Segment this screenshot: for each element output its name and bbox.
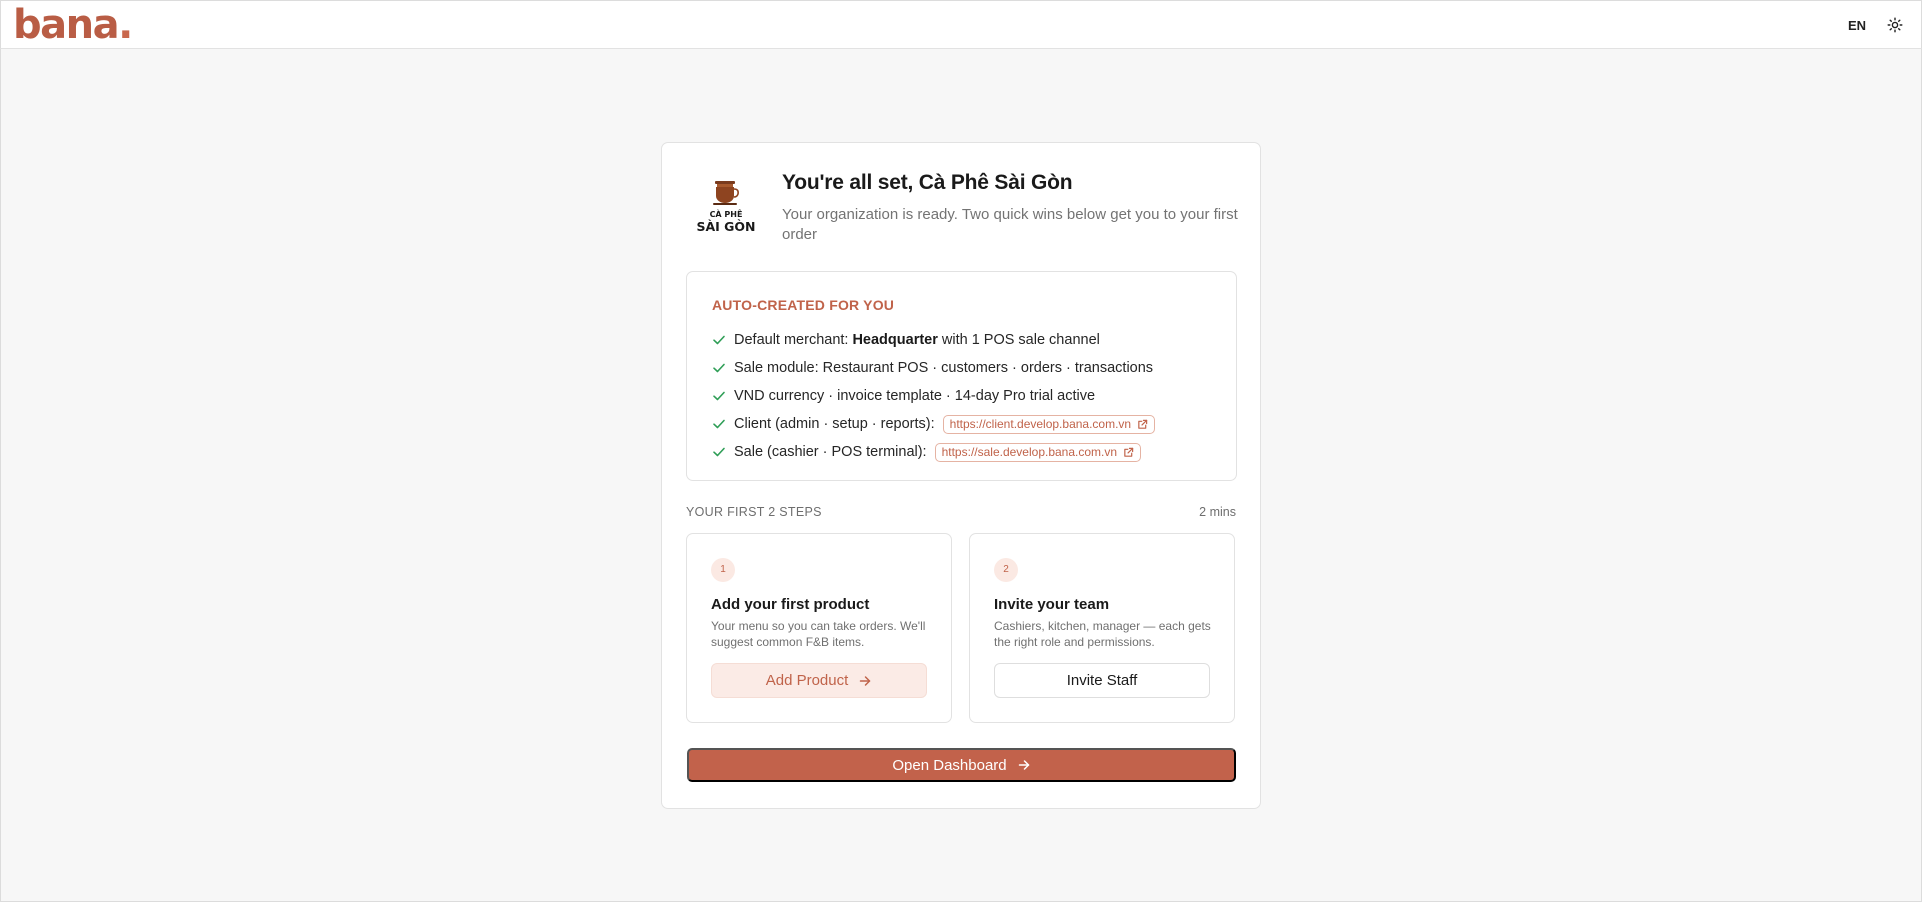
check-icon — [713, 447, 725, 457]
external-link-icon — [1124, 447, 1134, 457]
sun-icon[interactable] — [1887, 17, 1903, 33]
svg-text:CÀ PHÊ: CÀ PHÊ — [710, 208, 743, 219]
sale-url-text: https://sale.develop.bana.com.vn — [941, 445, 1118, 459]
arrow-right-icon — [860, 675, 871, 686]
open-dashboard-label: Open Dashboard — [892, 756, 1007, 774]
list-item: Sale module: Restaurant POS · customers … — [712, 354, 1232, 382]
page-subtitle: Your organization is ready. Two quick wi… — [782, 206, 1238, 243]
steps-duration: 2 mins — [1199, 505, 1236, 519]
steps-heading: YOUR FIRST 2 STEPS — [686, 505, 822, 519]
svg-text:SÀI GÒN: SÀI GÒN — [696, 219, 755, 234]
sale-module-text: Sale module: Restaurant POS · customers … — [734, 360, 1154, 376]
step-card-add-product: 1 Add your first product Your menu so yo… — [686, 533, 952, 723]
client-label: Client (admin · setup · reports): — [734, 416, 935, 432]
organization-logo: CÀ PHÊ SÀI GÒN — [691, 179, 761, 243]
step-card-invite-team: 2 Invite your team Cashiers, kitchen, ma… — [969, 533, 1235, 723]
top-bar: bana. EN — [0, 0, 1922, 49]
check-icon — [713, 335, 725, 345]
list-item: Default merchant: Headquarter with 1 POS… — [712, 326, 1232, 354]
sale-label: Sale (cashier · POS terminal): — [734, 444, 927, 460]
step-description: Your menu so you can take orders. We'll … — [711, 619, 926, 649]
check-icon — [713, 391, 725, 401]
auto-created-title: AUTO-CREATED FOR YOU — [712, 297, 895, 313]
list-item: Client (admin · setup · reports): https:… — [712, 410, 1232, 438]
merchant-prefix: Default merchant: — [734, 332, 849, 348]
bana-logo[interactable]: bana. — [13, 2, 133, 48]
step-title: Add your first product — [711, 596, 870, 613]
invite-staff-button[interactable]: Invite Staff — [994, 663, 1210, 698]
list-item: VND currency · invoice template · 14-day… — [712, 382, 1232, 410]
merchant-name: Headquarter — [852, 332, 938, 348]
language-switcher[interactable]: EN — [1848, 18, 1866, 33]
check-icon — [713, 363, 725, 373]
client-url-text: https://client.develop.bana.com.vn — [949, 417, 1132, 431]
onboarding-card: CÀ PHÊ SÀI GÒN You're all set, Cà Phê Sà… — [661, 142, 1261, 809]
auto-created-list: Default merchant: Headquarter with 1 POS… — [712, 326, 1232, 466]
logo-text: bana — [13, 2, 120, 48]
step-number-badge: 2 — [994, 558, 1018, 582]
step-number-badge: 1 — [711, 558, 735, 582]
step-title: Invite your team — [994, 596, 1110, 613]
open-dashboard-button[interactable]: Open Dashboard — [687, 748, 1236, 782]
merchant-suffix: with 1 POS sale channel — [941, 332, 1100, 348]
sale-url-link[interactable]: https://sale.develop.bana.com.vn — [934, 442, 1142, 462]
invite-staff-label: Invite Staff — [1066, 672, 1138, 689]
page-title: You're all set, Cà Phê Sài Gòn — [782, 171, 1073, 194]
check-icon — [713, 419, 725, 429]
arrow-right-icon — [1018, 760, 1029, 770]
external-link-icon — [1138, 419, 1148, 429]
auto-created-panel: AUTO-CREATED FOR YOU Default merchant: H… — [686, 271, 1237, 481]
step-description: Cashiers, kitchen, manager — each gets t… — [994, 619, 1211, 649]
client-url-link[interactable]: https://client.develop.bana.com.vn — [942, 414, 1156, 434]
add-product-label: Add Product — [765, 672, 849, 689]
coffee-cup-icon — [713, 181, 739, 205]
add-product-button[interactable]: Add Product — [711, 663, 927, 698]
currency-text: VND currency · invoice template · 14-day… — [734, 388, 1096, 404]
logo-dot: . — [118, 2, 133, 48]
list-item: Sale (cashier · POS terminal): https://s… — [712, 438, 1232, 466]
